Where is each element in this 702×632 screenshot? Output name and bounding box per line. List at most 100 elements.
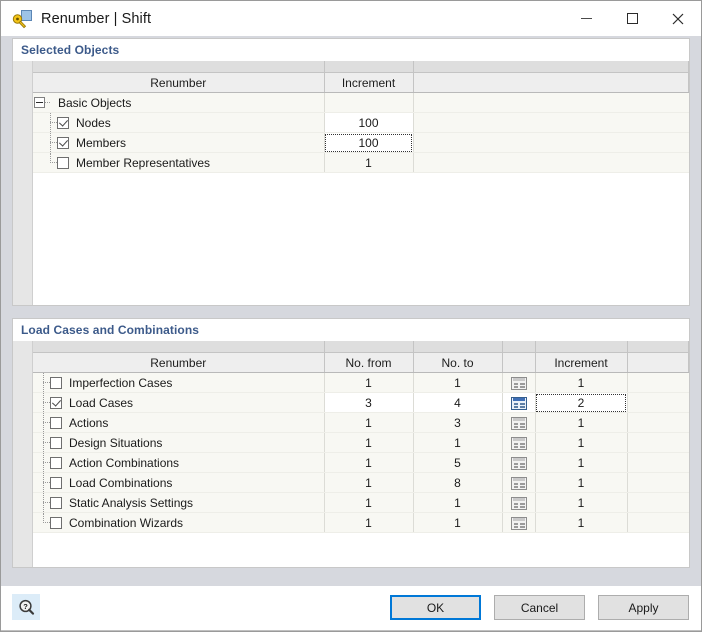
ok-button[interactable]: OK — [390, 595, 481, 620]
no-to-cell[interactable]: 4 — [413, 393, 502, 413]
minimize-button[interactable] — [563, 1, 609, 36]
list-select-icon[interactable] — [511, 377, 527, 390]
no-from-cell[interactable]: 1 — [324, 513, 413, 533]
no-to-cell[interactable]: 1 — [413, 433, 502, 453]
row-checkbox-combination-wizards[interactable] — [50, 517, 62, 529]
row-checkbox-imperfection-cases[interactable] — [50, 377, 62, 389]
row-label: Actions — [69, 416, 108, 430]
load-cases-panel: Load Cases and Combinations — [12, 318, 690, 568]
tree-expander-icon[interactable] — [34, 97, 45, 108]
list-select-cell[interactable] — [502, 453, 535, 473]
list-select-cell[interactable] — [502, 373, 535, 393]
table-row[interactable]: Imperfection Cases111 — [33, 373, 689, 393]
renumber-shift-dialog: Renumber | Shift Selected Objects — [0, 0, 702, 632]
row-label-cell[interactable]: Actions — [33, 413, 324, 433]
row-label-cell[interactable]: Load Cases — [33, 393, 324, 413]
row-label-cell[interactable]: Members — [33, 133, 324, 153]
table-row[interactable]: Members 100 — [33, 133, 689, 153]
increment-cell-members[interactable]: 100 — [324, 133, 413, 153]
help-button[interactable]: ? — [12, 594, 40, 620]
list-select-icon[interactable] — [511, 437, 527, 450]
list-select-cell[interactable] — [502, 473, 535, 493]
no-from-cell[interactable]: 1 — [324, 493, 413, 513]
increment-cell[interactable]: 1 — [535, 473, 627, 493]
increment-cell[interactable]: 1 — [535, 493, 627, 513]
no-from-cell[interactable]: 3 — [324, 393, 413, 413]
column-header-no-from[interactable]: No. from — [324, 353, 413, 373]
no-to-cell[interactable]: 5 — [413, 453, 502, 473]
column-header-renumber[interactable]: Renumber — [33, 353, 324, 373]
column-header-increment[interactable]: Increment — [324, 73, 413, 93]
no-from-cell[interactable]: 1 — [324, 433, 413, 453]
table-row[interactable]: Static Analysis Settings111 — [33, 493, 689, 513]
no-to-cell[interactable]: 1 — [413, 493, 502, 513]
load-cases-rows: Imperfection Cases111Load Cases342Action… — [33, 373, 689, 533]
table-row[interactable]: Design Situations111 — [33, 433, 689, 453]
list-select-icon[interactable] — [511, 497, 527, 510]
no-to-cell[interactable]: 1 — [413, 513, 502, 533]
cancel-button[interactable]: Cancel — [494, 595, 585, 620]
increment-cell-nodes[interactable]: 100 — [324, 113, 413, 133]
list-select-icon[interactable] — [511, 397, 527, 410]
list-select-icon[interactable] — [511, 517, 527, 530]
row-label-cell[interactable]: Load Combinations — [33, 473, 324, 493]
increment-cell[interactable] — [324, 93, 413, 113]
row-label-cell[interactable]: Member Representatives — [33, 153, 324, 173]
row-label-cell[interactable]: Basic Objects — [33, 93, 324, 113]
list-select-cell[interactable] — [502, 393, 535, 413]
row-checkbox-load-combinations[interactable] — [50, 477, 62, 489]
row-checkbox-action-combinations[interactable] — [50, 457, 62, 469]
row-checkbox-design-situations[interactable] — [50, 437, 62, 449]
no-from-cell[interactable]: 1 — [324, 373, 413, 393]
list-select-icon[interactable] — [511, 477, 527, 490]
increment-cell[interactable]: 1 — [535, 433, 627, 453]
row-label-cell[interactable]: Static Analysis Settings — [33, 493, 324, 513]
table-row[interactable]: Action Combinations151 — [33, 453, 689, 473]
list-select-cell[interactable] — [502, 493, 535, 513]
row-checkbox-member-representatives[interactable] — [57, 157, 69, 169]
row-label-cell[interactable]: Nodes — [33, 113, 324, 133]
column-header-renumber[interactable]: Renumber — [33, 73, 324, 93]
column-header-no-to[interactable]: No. to — [413, 353, 502, 373]
row-checkbox-nodes[interactable] — [57, 117, 69, 129]
spacer-cell — [413, 93, 689, 113]
row-label-cell[interactable]: Action Combinations — [33, 453, 324, 473]
table-row[interactable]: Basic Objects — [33, 93, 689, 113]
maximize-button[interactable] — [609, 1, 655, 36]
table-row[interactable]: Combination Wizards111 — [33, 513, 689, 533]
row-checkbox-actions[interactable] — [50, 417, 62, 429]
no-to-cell[interactable]: 1 — [413, 373, 502, 393]
table-row[interactable]: Member Representatives 1 — [33, 153, 689, 173]
row-label-cell[interactable]: Imperfection Cases — [33, 373, 324, 393]
list-select-cell[interactable] — [502, 513, 535, 533]
column-header-increment[interactable]: Increment — [535, 353, 627, 373]
increment-cell-member-representatives[interactable]: 1 — [324, 153, 413, 173]
no-from-cell[interactable]: 1 — [324, 453, 413, 473]
table-header-row: Renumber Increment — [33, 73, 689, 93]
apply-button[interactable]: Apply — [598, 595, 689, 620]
row-label-cell[interactable]: Design Situations — [33, 433, 324, 453]
list-select-icon[interactable] — [511, 457, 527, 470]
no-from-cell[interactable]: 1 — [324, 473, 413, 493]
no-from-cell[interactable]: 1 — [324, 413, 413, 433]
close-button[interactable] — [655, 1, 701, 36]
no-to-cell[interactable]: 3 — [413, 413, 502, 433]
no-to-cell[interactable]: 8 — [413, 473, 502, 493]
list-select-cell[interactable] — [502, 433, 535, 453]
row-checkbox-members[interactable] — [57, 137, 69, 149]
table-row[interactable]: Load Combinations181 — [33, 473, 689, 493]
row-checkbox-static-analysis-settings[interactable] — [50, 497, 62, 509]
table-row[interactable]: Actions131 — [33, 413, 689, 433]
increment-cell[interactable]: 1 — [535, 453, 627, 473]
table-row[interactable]: Nodes 100 — [33, 113, 689, 133]
row-checkbox-load-cases[interactable] — [50, 397, 62, 409]
row-label-cell[interactable]: Combination Wizards — [33, 513, 324, 533]
list-select-cell[interactable] — [502, 413, 535, 433]
increment-cell[interactable]: 2 — [535, 393, 627, 413]
list-select-icon[interactable] — [511, 417, 527, 430]
increment-cell[interactable]: 1 — [535, 413, 627, 433]
table-row[interactable]: Load Cases34 2 — [33, 393, 689, 413]
row-label: Design Situations — [69, 436, 162, 450]
increment-cell[interactable]: 1 — [535, 373, 627, 393]
increment-cell[interactable]: 1 — [535, 513, 627, 533]
